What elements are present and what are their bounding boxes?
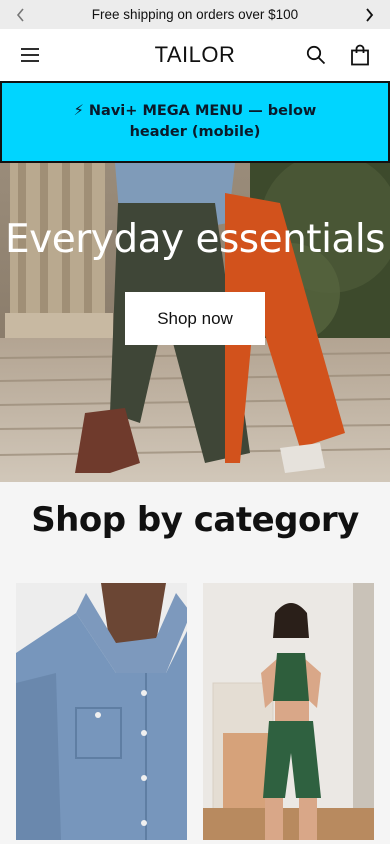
search-icon[interactable] bbox=[304, 43, 328, 67]
category-card-shirts[interactable] bbox=[16, 583, 187, 840]
menu-icon[interactable] bbox=[18, 43, 42, 67]
chevron-right-icon[interactable] bbox=[360, 6, 378, 24]
announcement-bar: Free shipping on orders over $100 bbox=[0, 0, 390, 29]
site-header: TAILOR bbox=[0, 29, 390, 81]
mega-menu-banner[interactable]: ⚡ Navi+ MEGA MENU — below header (mobile… bbox=[0, 81, 390, 163]
category-image-shirt bbox=[16, 583, 187, 840]
chevron-left-icon[interactable] bbox=[12, 6, 30, 24]
mega-menu-text: ⚡ Navi+ MEGA MENU — below header (mobile… bbox=[73, 103, 317, 140]
shop-now-button[interactable]: Shop now bbox=[125, 292, 265, 345]
hero-banner: Everyday essentials Shop now bbox=[0, 163, 390, 482]
bag-icon[interactable] bbox=[348, 43, 372, 67]
category-card-activewear[interactable] bbox=[203, 583, 374, 840]
hero-heading: Everyday essentials bbox=[5, 217, 386, 262]
category-image-activewear bbox=[203, 583, 374, 840]
section-title: Shop by category bbox=[31, 500, 359, 540]
announcement-text: Free shipping on orders over $100 bbox=[91, 7, 299, 22]
